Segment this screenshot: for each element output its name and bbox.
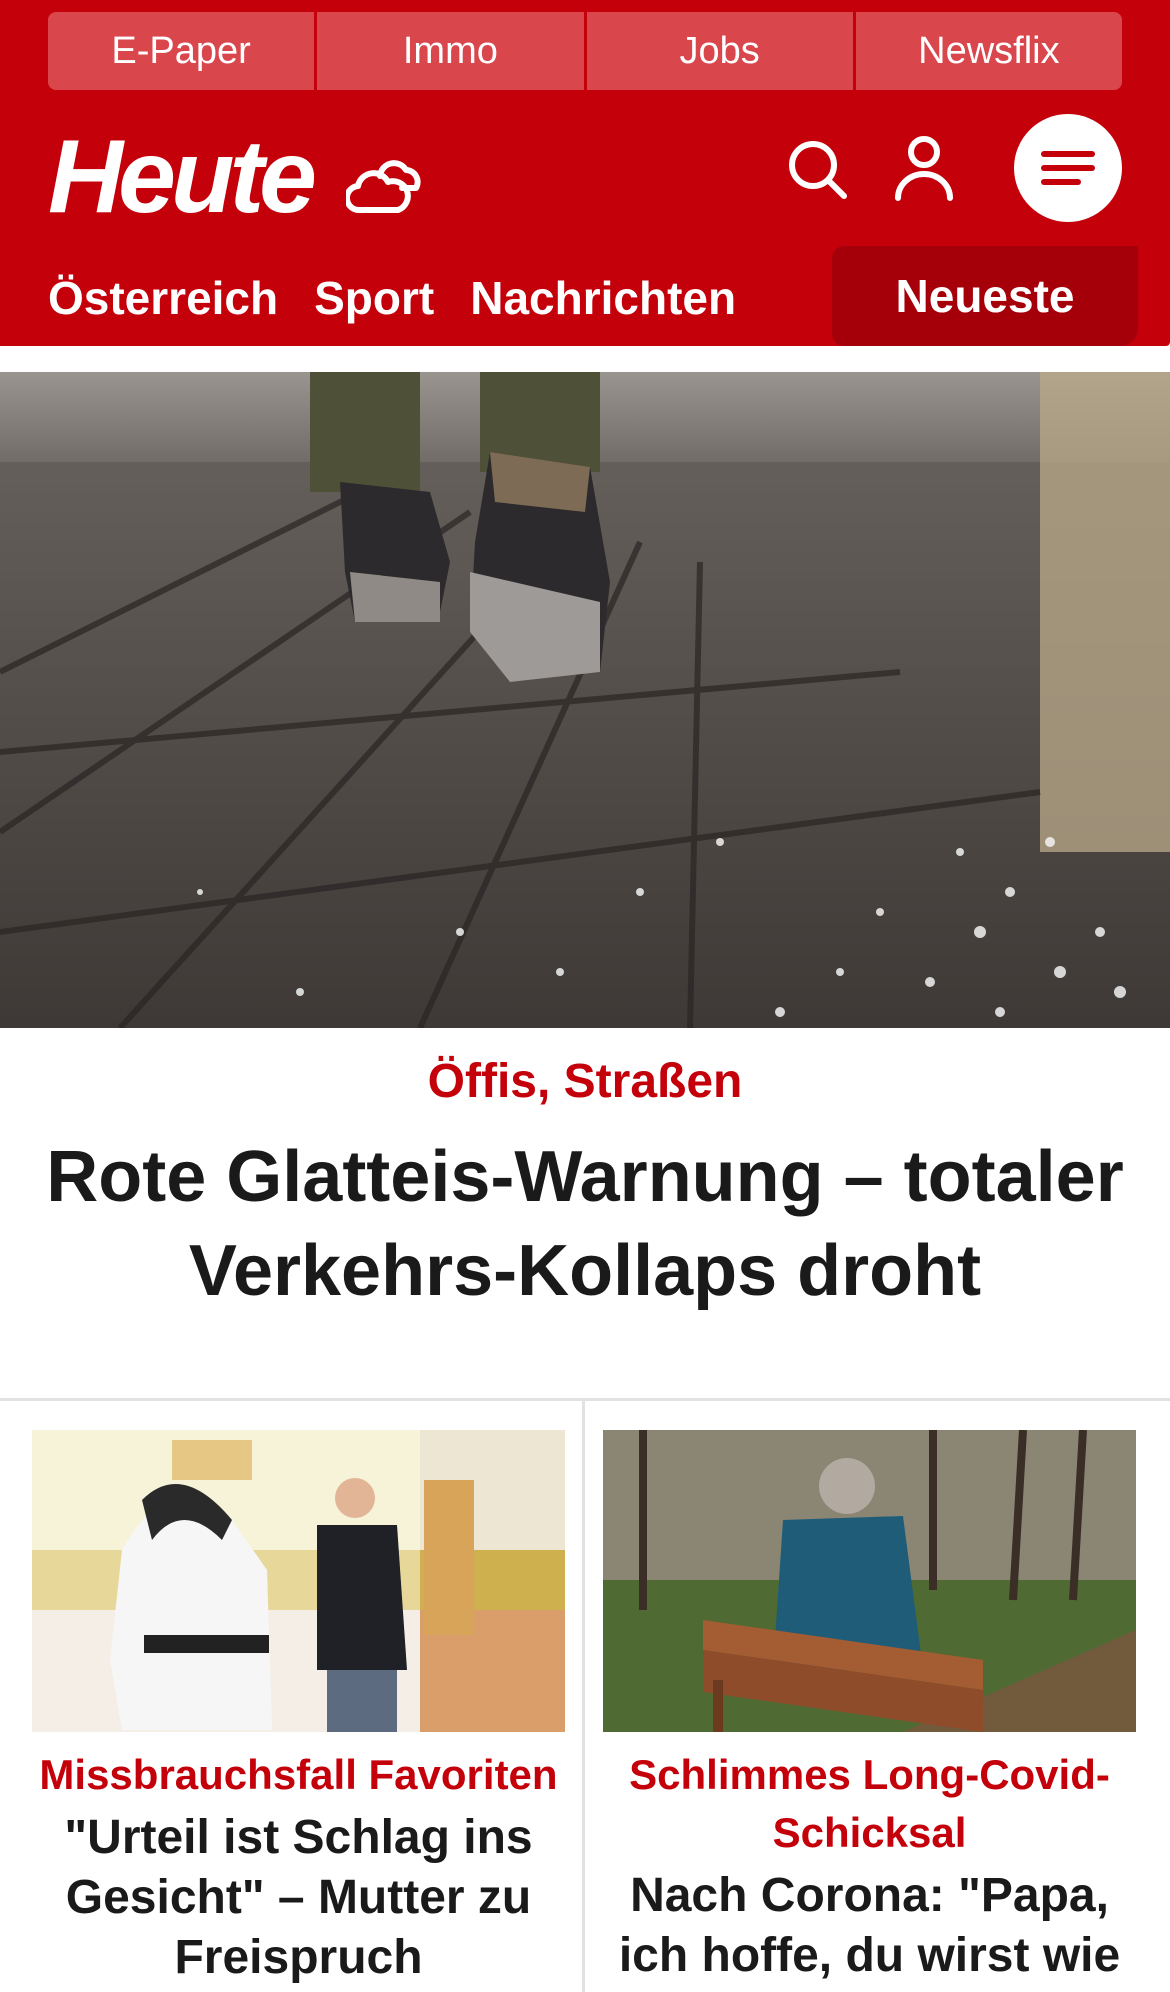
search-icon[interactable] xyxy=(786,138,850,202)
nav-item-neueste[interactable]: Neueste xyxy=(832,246,1138,346)
hero-kicker: Öffis, Straßen xyxy=(427,1055,743,1108)
article-image xyxy=(603,1430,1136,1732)
topnav-item-epaper[interactable]: E-Paper xyxy=(48,12,315,90)
user-icon[interactable] xyxy=(892,134,956,202)
article-card[interactable]: Missbrauchsfall Favoriten "Urteil ist Sc… xyxy=(32,1430,565,1988)
topnav-item-jobs[interactable]: Jobs xyxy=(586,12,853,90)
article-image xyxy=(32,1430,565,1732)
divider xyxy=(0,1398,1170,1401)
article-title[interactable]: "Urteil ist Schlag ins Gesicht" – Mutter… xyxy=(32,1808,565,1988)
topnav-item-immo[interactable]: Immo xyxy=(317,12,584,90)
divider xyxy=(582,1401,585,1992)
nav-item-sport[interactable]: Sport xyxy=(314,271,434,325)
nav-item-oesterreich[interactable]: Österreich xyxy=(48,271,278,325)
article-kicker: Missbrauchsfall Favoriten xyxy=(39,1751,558,1798)
site-logo[interactable]: Heute xyxy=(48,122,317,232)
hero-headline[interactable]: Rote Glatteis-Warnung – totaler Verkehrs… xyxy=(30,1130,1140,1318)
section-nav: Österreich Sport Nachrichten xyxy=(48,262,736,334)
hero-image[interactable] xyxy=(0,372,1170,1028)
article-title[interactable]: Nach Corona: "Papa, ich hoffe, du wirst … xyxy=(603,1866,1136,1986)
top-nav: E-Paper Immo Jobs Newsflix xyxy=(48,12,1122,90)
article-card[interactable]: Schlimmes Long-Covid-Schicksal Nach Coro… xyxy=(603,1430,1136,1986)
cloud-sun-icon[interactable] xyxy=(346,148,422,218)
nav-item-nachrichten[interactable]: Nachrichten xyxy=(470,271,736,325)
menu-button[interactable] xyxy=(1014,114,1122,222)
topnav-item-newsflix[interactable]: Newsflix xyxy=(855,12,1122,90)
menu-icon xyxy=(1041,151,1095,185)
article-kicker: Schlimmes Long-Covid-Schicksal xyxy=(629,1751,1110,1856)
